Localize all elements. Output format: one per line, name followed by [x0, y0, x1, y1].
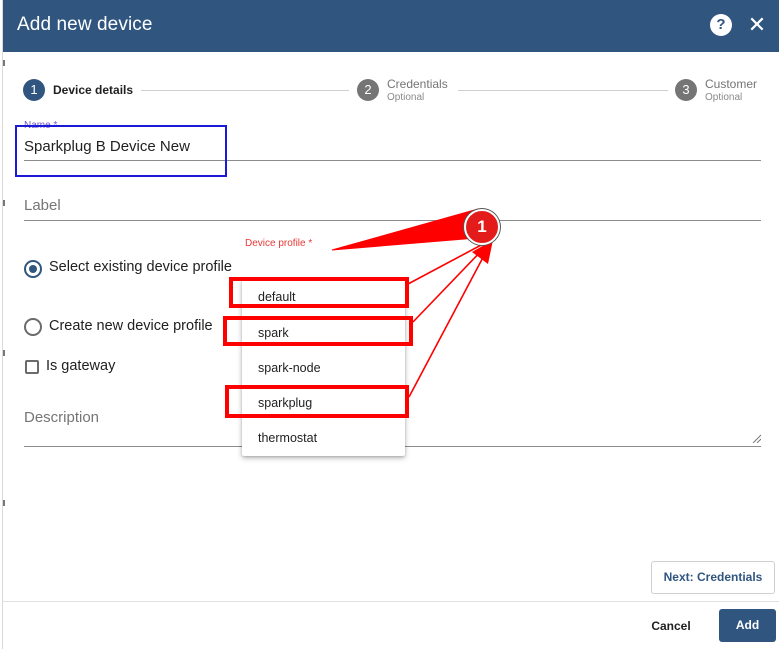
step-1-label[interactable]: Device details [53, 83, 133, 97]
step-2-label[interactable]: Credentials [387, 77, 448, 91]
resize-grip-icon[interactable] [751, 433, 761, 443]
close-icon[interactable]: ✕ [745, 12, 769, 38]
select-existing-profile-radio[interactable] [24, 260, 42, 278]
step-3-sublabel: Optional [705, 92, 743, 103]
profile-option-thermostat[interactable]: thermostat [242, 421, 405, 456]
device-profile-label: Device profile * [245, 238, 313, 249]
step-1-number[interactable]: 1 [23, 79, 45, 101]
help-icon[interactable]: ? [710, 14, 732, 36]
step-3-number[interactable]: 3 [675, 79, 697, 101]
select-existing-profile-label[interactable]: Select existing device profile [49, 259, 232, 275]
is-gateway-checkbox[interactable] [25, 360, 39, 374]
step-connector [141, 90, 349, 91]
create-new-profile-radio[interactable] [24, 318, 42, 336]
annotation-badge: 1 [464, 209, 500, 245]
highlight-box-spark [223, 316, 413, 346]
step-2-sublabel: Optional [387, 92, 425, 103]
highlight-box-sparkplug [225, 385, 409, 418]
add-button[interactable]: Add [719, 609, 776, 642]
background-edge [3, 60, 6, 620]
dialog-title: Add new device [17, 14, 153, 35]
step-3-label[interactable]: Customer [705, 77, 757, 91]
label-input[interactable]: Label [24, 197, 61, 214]
profile-option-spark-node[interactable]: spark-node [242, 351, 405, 386]
footer-divider [3, 601, 779, 602]
step-2-number[interactable]: 2 [357, 79, 379, 101]
highlight-box-default [229, 277, 409, 308]
cancel-button[interactable]: Cancel [639, 610, 703, 642]
label-underline [24, 220, 761, 221]
step-connector [458, 90, 668, 91]
create-new-profile-label[interactable]: Create new device profile [49, 318, 213, 334]
dialog-header: Add new device ? ✕ [3, 0, 779, 52]
stepper: 1 Device details 2 Credentials Optional … [3, 52, 779, 122]
description-input[interactable]: Description [24, 409, 99, 426]
name-highlight-box [15, 125, 227, 177]
next-credentials-button[interactable]: Next: Credentials [651, 561, 775, 594]
is-gateway-label[interactable]: Is gateway [46, 358, 115, 374]
